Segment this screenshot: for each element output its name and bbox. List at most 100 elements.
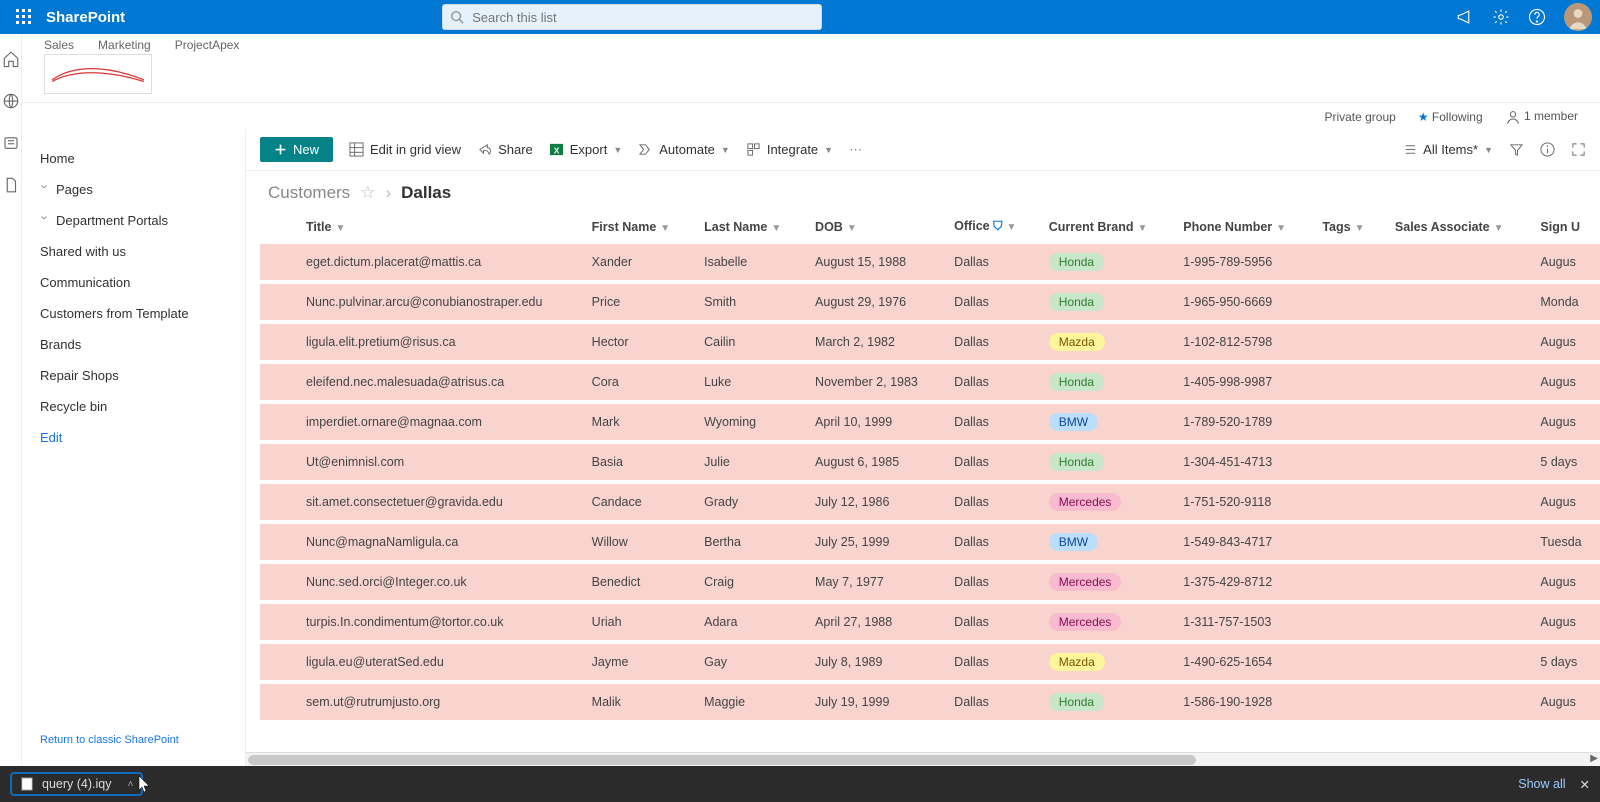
cell-first-name: Hector	[580, 322, 692, 362]
table-row[interactable]: ligula.eu@uteratSed.eduJaymeGayJuly 8, 1…	[260, 642, 1600, 682]
automate-button[interactable]: Automate ▼	[638, 142, 730, 157]
hub-nav-item[interactable]: Sales	[44, 38, 74, 52]
col-sales-associate[interactable]: Sales Associate▼	[1383, 209, 1528, 244]
share-button[interactable]: Share	[477, 142, 533, 157]
filter-pane-icon[interactable]	[1509, 142, 1524, 157]
members-link[interactable]: 1 member	[1505, 109, 1578, 125]
cell-assoc	[1383, 402, 1528, 442]
nav-customers-from-template[interactable]: Customers from Template	[36, 298, 231, 329]
table-row[interactable]: eleifend.nec.malesuada@atrisus.caCoraLuk…	[260, 362, 1600, 402]
hub-nav-item[interactable]: Marketing	[98, 38, 151, 52]
close-icon[interactable]: ✕	[1580, 777, 1590, 792]
table-row[interactable]: Nunc@magnaNamligula.caWillowBerthaJuly 2…	[260, 522, 1600, 562]
nav-edit[interactable]: Edit	[36, 422, 231, 453]
favorite-icon[interactable]: ☆	[360, 183, 375, 203]
search-box[interactable]	[442, 4, 822, 30]
cell-first-name: Jayme	[580, 642, 692, 682]
col-first-name[interactable]: First Name▼	[580, 209, 692, 244]
table-row[interactable]: Ut@enimnisl.comBasiaJulieAugust 6, 1985D…	[260, 442, 1600, 482]
cell-brand: Honda	[1037, 244, 1172, 282]
cell-assoc	[1383, 482, 1528, 522]
col-title[interactable]: Title▼	[294, 209, 580, 244]
brand-label[interactable]: SharePoint	[46, 9, 125, 26]
chevron-up-icon[interactable]: ˄	[128, 779, 134, 790]
cell-office: Dallas	[942, 244, 1037, 282]
cell-sign: Augus	[1528, 602, 1600, 642]
export-button[interactable]: X Export ▼	[549, 142, 623, 157]
integrate-button[interactable]: Integrate ▼	[746, 142, 833, 157]
cell-last-name: Gay	[692, 642, 803, 682]
nav-communication[interactable]: Communication	[36, 267, 231, 298]
table-row[interactable]: sit.amet.consectetuer@gravida.eduCandace…	[260, 482, 1600, 522]
download-filename: query (4).iqy	[42, 777, 111, 791]
nav-department-portals[interactable]: ›Department Portals	[36, 205, 231, 236]
suite-header: SharePoint	[0, 0, 1600, 34]
horizontal-scrollbar[interactable]: ▶	[246, 752, 1600, 766]
cell-tags	[1310, 362, 1383, 402]
cell-last-name: Maggie	[692, 682, 803, 722]
list-name[interactable]: Customers	[268, 183, 350, 203]
col-current-brand[interactable]: Current Brand▼	[1037, 209, 1172, 244]
megaphone-icon[interactable]	[1456, 8, 1474, 26]
table-row[interactable]: eget.dictum.placerat@mattis.caXanderIsab…	[260, 244, 1600, 282]
nav-pages[interactable]: ›Pages	[36, 174, 231, 205]
hub-nav: Sales Marketing ProjectApex	[44, 38, 1578, 52]
table-row[interactable]: imperdiet.ornare@magnaa.comMarkWyomingAp…	[260, 402, 1600, 442]
help-icon[interactable]	[1528, 8, 1546, 26]
edit-in-grid-button[interactable]: Edit in grid view	[349, 142, 461, 157]
expand-icon[interactable]	[1571, 142, 1586, 157]
cell-tags	[1310, 244, 1383, 282]
cell-phone: 1-586-190-1928	[1171, 682, 1310, 722]
table-row[interactable]: sem.ut@rutrumjusto.orgMalikMaggieJuly 19…	[260, 682, 1600, 722]
user-avatar[interactable]	[1564, 3, 1592, 31]
cell-title: eget.dictum.placerat@mattis.ca	[294, 244, 580, 282]
cell-brand: Honda	[1037, 282, 1172, 322]
view-switcher[interactable]: All Items* ▼	[1402, 142, 1493, 157]
cell-office: Dallas	[942, 562, 1037, 602]
table-row[interactable]: ligula.elit.pretium@risus.caHectorCailin…	[260, 322, 1600, 362]
download-item[interactable]: query (4).iqy ˄	[10, 772, 143, 796]
site-logo[interactable]	[44, 54, 152, 94]
info-pane-icon[interactable]	[1540, 142, 1555, 157]
table-row[interactable]: Nunc.pulvinar.arcu@conubianostraper.eduP…	[260, 282, 1600, 322]
nav-repair-shops[interactable]: Repair Shops	[36, 360, 231, 391]
filter-icon: ⛉	[993, 219, 1002, 233]
show-all-link[interactable]: Show all	[1518, 777, 1565, 791]
col-last-name[interactable]: Last Name▼	[692, 209, 803, 244]
cell-title: eleifend.nec.malesuada@atrisus.ca	[294, 362, 580, 402]
table-row[interactable]: turpis.In.condimentum@tortor.co.ukUriahA…	[260, 602, 1600, 642]
search-input[interactable]	[472, 10, 814, 25]
files-icon[interactable]	[2, 176, 20, 194]
nav-shared-with-us[interactable]: Shared with us	[36, 236, 231, 267]
cell-assoc	[1383, 362, 1528, 402]
col-sign-up[interactable]: Sign U	[1528, 209, 1600, 244]
news-icon[interactable]	[2, 134, 20, 152]
site-header: Sales Marketing ProjectApex	[22, 34, 1600, 103]
cell-dob: November 2, 1983	[803, 362, 942, 402]
return-classic-link[interactable]: Return to classic SharePoint	[36, 728, 231, 752]
nav-recycle-bin[interactable]: Recycle bin	[36, 391, 231, 422]
more-actions-button[interactable]: ⋯	[849, 142, 862, 158]
settings-icon[interactable]	[1492, 8, 1510, 26]
cell-sign: 5 days	[1528, 642, 1600, 682]
new-button[interactable]: New	[260, 137, 333, 162]
nav-brands[interactable]: Brands	[36, 329, 231, 360]
col-dob[interactable]: DOB▼	[803, 209, 942, 244]
col-tags[interactable]: Tags▼	[1310, 209, 1383, 244]
home-icon[interactable]	[2, 50, 20, 68]
hub-nav-item[interactable]: ProjectApex	[175, 38, 240, 52]
cell-dob: July 25, 1999	[803, 522, 942, 562]
download-bar: query (4).iqy ˄ Show all ✕	[0, 766, 1600, 802]
cell-title: Ut@enimnisl.com	[294, 442, 580, 482]
nav-home[interactable]: Home	[36, 143, 231, 174]
cell-dob: April 10, 1999	[803, 402, 942, 442]
globe-icon[interactable]	[2, 92, 20, 110]
cell-sign: Augus	[1528, 322, 1600, 362]
app-launcher-icon[interactable]	[8, 9, 40, 25]
cell-brand: Mercedes	[1037, 602, 1172, 642]
following-toggle[interactable]: ★ Following	[1418, 110, 1483, 124]
col-phone-number[interactable]: Phone Number▼	[1171, 209, 1310, 244]
col-office[interactable]: Office ⛉▼	[942, 209, 1037, 244]
svg-text:X: X	[553, 145, 559, 155]
table-row[interactable]: Nunc.sed.orci@Integer.co.ukBenedictCraig…	[260, 562, 1600, 602]
